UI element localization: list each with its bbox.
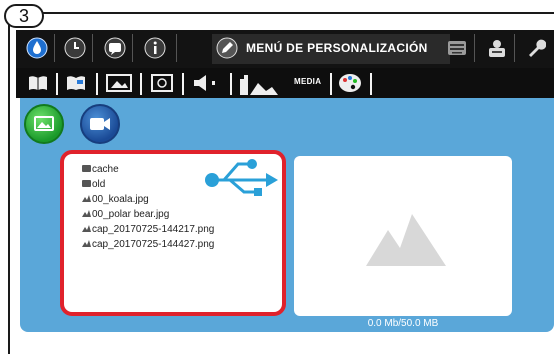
info-icon[interactable] bbox=[144, 37, 166, 59]
media-tab-label[interactable]: MEDIA bbox=[294, 77, 321, 86]
separator bbox=[514, 34, 515, 62]
separator bbox=[330, 73, 332, 95]
speaker-icon[interactable] bbox=[192, 73, 222, 93]
file-list: cache old 00_koala.jpg 00_polar bear.jpg cap… bbox=[82, 162, 214, 252]
ink-drop-icon[interactable] bbox=[26, 37, 48, 59]
separator bbox=[176, 34, 177, 62]
separator bbox=[56, 73, 58, 95]
menu-title: MENÚ DE PERSONALIZACIÓN bbox=[246, 41, 428, 55]
book-icon[interactable] bbox=[28, 73, 48, 93]
file-name: 00_polar bear.jpg bbox=[92, 209, 170, 220]
file-item[interactable]: 00_polar bear.jpg bbox=[82, 207, 214, 222]
file-name: cap_20170725-144217.png bbox=[92, 224, 215, 235]
keyboard-icon[interactable] bbox=[446, 37, 468, 59]
step-badge: 3 bbox=[4, 4, 44, 28]
separator bbox=[92, 34, 93, 62]
separator bbox=[132, 34, 133, 62]
media-icon[interactable] bbox=[238, 73, 294, 95]
folder-item[interactable]: old bbox=[82, 177, 214, 192]
file-name: 00_koala.jpg bbox=[92, 194, 149, 205]
file-name: cap_20170725-144427.png bbox=[92, 239, 215, 250]
video-camera-icon bbox=[90, 118, 110, 130]
image-file-icon bbox=[82, 207, 91, 217]
palette-icon[interactable] bbox=[338, 73, 362, 93]
image-file-icon bbox=[82, 237, 91, 247]
image-placeholder-icon bbox=[366, 214, 446, 266]
image-icon bbox=[34, 116, 54, 131]
file-item[interactable]: cap_20170725-144427.png bbox=[82, 237, 214, 252]
book-highlight-icon[interactable] bbox=[66, 73, 86, 93]
image-mode-button[interactable] bbox=[24, 104, 64, 144]
folder-icon bbox=[82, 165, 91, 172]
usb-icon bbox=[205, 159, 278, 196]
submenu-bar: MEDIA bbox=[16, 68, 554, 98]
pencil-icon[interactable] bbox=[216, 37, 238, 59]
bottom-area bbox=[20, 332, 554, 354]
separator bbox=[370, 73, 372, 95]
file-item[interactable]: 00_koala.jpg bbox=[82, 192, 214, 207]
file-item[interactable]: cap_20170725-144217.png bbox=[82, 222, 214, 237]
image-file-icon bbox=[82, 222, 91, 232]
separator bbox=[230, 73, 232, 95]
file-name: cache bbox=[92, 164, 119, 175]
wrench-icon[interactable] bbox=[524, 37, 547, 59]
image-preview bbox=[294, 156, 512, 316]
clock-icon[interactable] bbox=[64, 37, 86, 59]
separator bbox=[54, 34, 55, 62]
video-mode-button[interactable] bbox=[80, 104, 120, 144]
storage-indicator: 0.0 Mb/50.0 MB bbox=[367, 318, 439, 329]
printer-icon[interactable] bbox=[486, 37, 508, 59]
separator bbox=[96, 73, 98, 95]
separator bbox=[140, 73, 142, 95]
file-browser[interactable]: cache old 00_koala.jpg 00_polar bear.jpg cap… bbox=[60, 150, 286, 316]
folder-item[interactable]: cache bbox=[82, 162, 214, 177]
tag-icon[interactable] bbox=[150, 73, 174, 93]
separator bbox=[182, 73, 184, 95]
file-name: old bbox=[92, 179, 106, 190]
top-menu-bar: MENÚ DE PERSONALIZACIÓN bbox=[16, 30, 554, 68]
chat-icon[interactable] bbox=[104, 37, 126, 59]
image-file-icon bbox=[82, 192, 91, 202]
separator bbox=[474, 34, 475, 62]
folder-icon bbox=[82, 180, 91, 187]
picture-frame-icon[interactable] bbox=[106, 73, 132, 93]
